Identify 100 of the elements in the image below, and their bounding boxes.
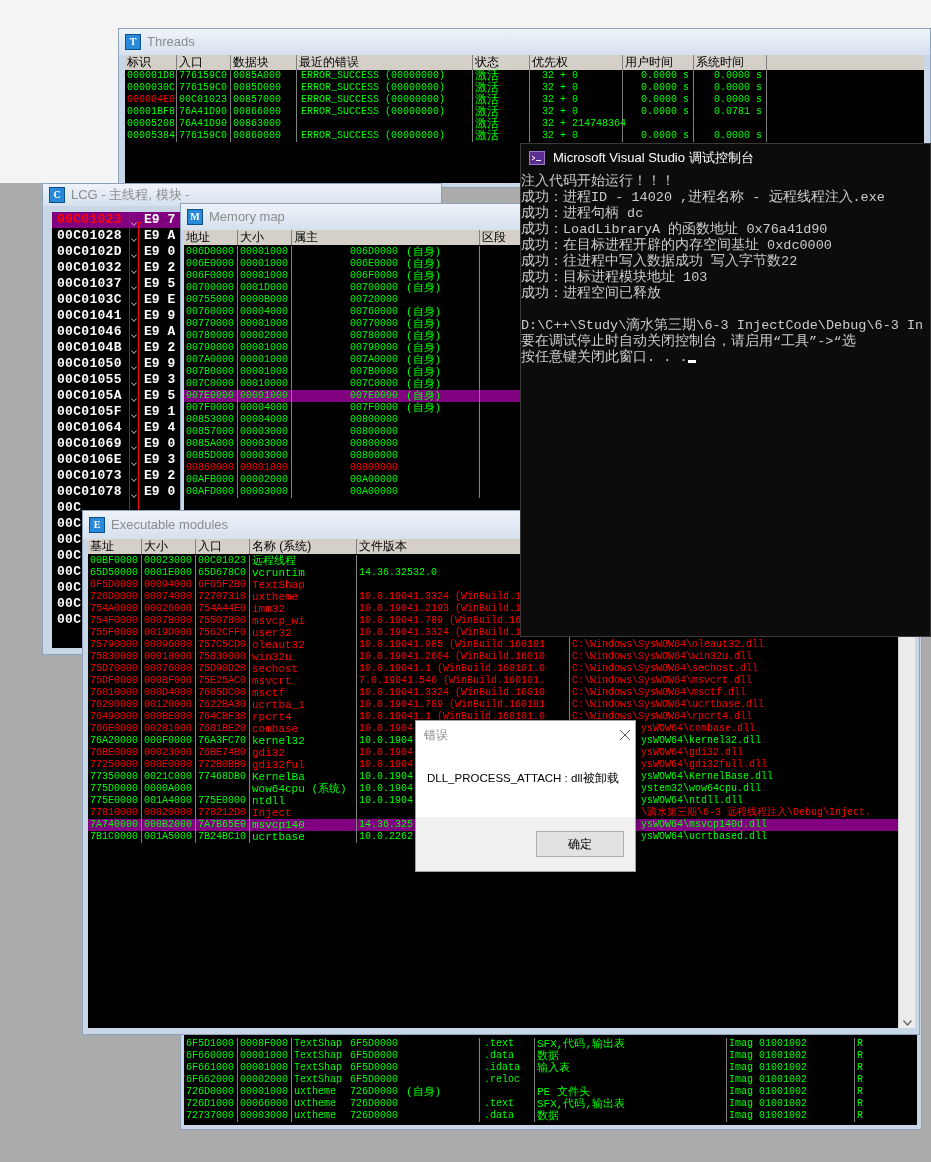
table-cell: 7622BA30 xyxy=(198,699,246,710)
table-cell: 00096000 xyxy=(144,639,192,650)
table-cell: 000E0000 xyxy=(144,759,192,770)
table-cell: ucrtba_1 xyxy=(252,699,305,711)
table-cell: 0019D000 xyxy=(144,627,192,638)
table-cell: E9 2 xyxy=(144,468,176,483)
table-cell: 007E0000 xyxy=(186,390,234,401)
table-cell: 10.0.1904 xyxy=(359,759,413,770)
table-cell: PE 文件头 xyxy=(537,1086,590,1098)
caret-icon xyxy=(131,446,137,450)
ok-button[interactable]: 确定 xyxy=(536,831,624,857)
table-cell: 726D1000 xyxy=(186,1098,234,1109)
table-cell: 76200000 xyxy=(90,699,138,710)
table-cell: 7.0.19041.546 (WinBuild.160101. xyxy=(359,675,546,686)
table-cell: vcruntim xyxy=(252,567,305,579)
table-cell: SFX,代码,输出表 xyxy=(537,1038,625,1050)
table-cell: 0085D000 xyxy=(233,82,281,93)
table-cell: 14.36.325 xyxy=(359,819,413,830)
table-cell: 10.0.19041.2193 (WinBuild.1 xyxy=(359,603,522,614)
table-cell: Imag 01001002 xyxy=(729,1098,807,1109)
column-header: 优先权 xyxy=(530,55,623,70)
table-cell: 7A740000 xyxy=(90,819,138,830)
table-cell: 0000030C xyxy=(127,82,175,93)
table-cell: 00001000 xyxy=(240,390,288,401)
table-cell: 00066000 xyxy=(240,1098,288,1109)
console-line: 成功：进程空间已释放 xyxy=(521,286,661,302)
table-cell: 001A5000 xyxy=(144,831,192,842)
table-cell: R xyxy=(857,1098,863,1109)
table-cell: 65D50000 xyxy=(90,567,138,578)
scrollbar[interactable] xyxy=(898,637,915,1028)
table-cell: 0.0000 s xyxy=(714,130,762,141)
table-cell: TextShap xyxy=(294,1050,342,1061)
table-cell: 00001000 xyxy=(240,270,288,281)
table-cell: 00760000 xyxy=(350,306,398,317)
table-cell: 00860000 xyxy=(233,130,281,141)
table-cell: 00BF0000 xyxy=(90,555,138,566)
table-cell: (自身) xyxy=(406,282,442,294)
table-cell: ysWOW64\KernelBase.dll xyxy=(641,771,774,782)
table-cell: 6F5D0000 xyxy=(350,1074,398,1085)
table-cell: 6F662000 xyxy=(186,1074,234,1085)
table-cell: 输入表 xyxy=(537,1062,570,1074)
table-cell: 007F0000 xyxy=(350,402,398,413)
window-icon: E xyxy=(89,517,105,533)
table-cell: ysWOW64\gdi32.dll xyxy=(641,747,744,758)
table-cell: (自身) xyxy=(406,342,442,354)
table-cell: 激活 xyxy=(475,93,499,107)
table-cell: 7A7B65E0 xyxy=(198,819,246,830)
table-cell: 75E25AC0 xyxy=(198,675,246,686)
table-cell: 00074000 xyxy=(144,591,192,602)
table-cell: 006F0000 xyxy=(350,270,398,281)
table-cell: 00863000 xyxy=(233,118,281,129)
table-cell: win32u xyxy=(252,651,292,663)
table-cell: 0.0000 s xyxy=(641,130,689,141)
table-cell: C:\Windows\SysWOW64\ucrtbase.dll xyxy=(572,699,765,710)
table-cell: 0007B000 xyxy=(144,615,192,626)
table-cell: 7681BE20 xyxy=(198,723,246,734)
table-cell: 0.0000 s xyxy=(714,70,762,81)
table-cell: ysWOW64\ntdll.dll xyxy=(641,795,744,806)
table-cell: 6F5D1000 xyxy=(186,1038,234,1049)
table-cell: 10.0.19041.3324 (WinBuild.1 xyxy=(359,591,522,602)
table-cell: 764CBF30 xyxy=(198,711,246,722)
column-header: 大小 xyxy=(142,539,196,554)
table-cell: ystem32\wow64cpu.dll xyxy=(641,783,762,794)
table-cell: 000BE000 xyxy=(144,711,192,722)
table-cell: 激活 xyxy=(475,129,499,143)
table-cell: 726D0000 xyxy=(350,1086,398,1097)
table-cell: 7605DC00 xyxy=(198,687,246,698)
table-cell: 10.0.1904 xyxy=(359,735,413,746)
table-cell: Imag 01001002 xyxy=(729,1086,807,1097)
table-cell: 000BF000 xyxy=(144,675,192,686)
table-cell: 6F5D0000 xyxy=(90,579,138,590)
caret-icon xyxy=(131,302,137,306)
table-cell: 00003000 xyxy=(240,450,288,461)
caret-icon xyxy=(131,318,137,322)
table-cell: KernelBa xyxy=(252,771,305,783)
table-cell: 007A0000 xyxy=(350,354,398,365)
table-cell: ysWOW64\kernel32.dll xyxy=(641,735,762,746)
table-cell: combase xyxy=(252,723,299,735)
table-cell: C:\Windows\SysWOW64\win32u.dll xyxy=(572,651,753,662)
table-cell: 激活 xyxy=(475,69,499,83)
table-cell: ERROR_SUCCESS (00000000) xyxy=(301,94,446,105)
table-cell: ntdll xyxy=(252,795,285,807)
table-cell: (自身) xyxy=(406,318,442,330)
table-cell: 72707310 xyxy=(198,591,246,602)
table-cell: E9 1 xyxy=(144,404,176,419)
table-cell: 00001000 xyxy=(240,1086,288,1097)
table-cell: 00857000 xyxy=(233,94,281,105)
close-icon[interactable] xyxy=(619,729,631,741)
table-cell: 00C0105A xyxy=(57,388,122,403)
table-cell: 32 + 0 xyxy=(542,82,578,93)
table-cell: 00076000 xyxy=(144,663,192,674)
table-cell: (自身) xyxy=(406,354,442,366)
table-cell: 76010000 xyxy=(90,687,138,698)
table-cell: msctf xyxy=(252,687,285,699)
table-cell: 0021C000 xyxy=(144,771,192,782)
table-cell: 6F5D0000 xyxy=(350,1062,398,1073)
window-title: LCG - 主线程, 模块 - xyxy=(71,186,190,205)
table-cell: imm32 xyxy=(252,603,285,615)
table-cell: 00023000 xyxy=(144,555,192,566)
table-cell: 6F661000 xyxy=(186,1062,234,1073)
